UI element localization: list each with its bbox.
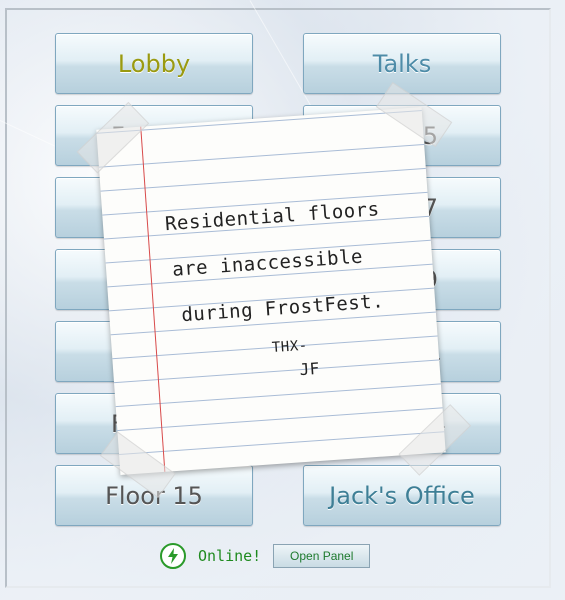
note-line-2: are inaccessible — [171, 245, 364, 281]
note-line-3: during FrostFest. — [180, 290, 385, 327]
note-signature-initials: JF — [298, 358, 321, 380]
status-text: Online! — [198, 547, 262, 565]
note-line-1: Residential floors — [164, 198, 381, 236]
jacks-office-label: Jack's Office — [329, 481, 475, 510]
talks-label: Talks — [372, 49, 432, 78]
talks-button[interactable]: Talks — [303, 33, 501, 94]
taped-note: Residential floors are inaccessible duri… — [76, 82, 472, 499]
jacks-office-button[interactable]: Jack's Office — [303, 465, 501, 526]
note-paper: Residential floors are inaccessible duri… — [96, 107, 446, 475]
note-signature-thx: THX- — [271, 337, 309, 357]
lobby-button[interactable]: Lobby — [55, 33, 253, 94]
lobby-label: Lobby — [117, 49, 191, 78]
power-icon — [160, 543, 186, 569]
status-bar: Online! Open Panel — [160, 541, 371, 571]
note-margin-line — [140, 126, 166, 472]
open-panel-button[interactable]: Open Panel — [273, 544, 371, 568]
